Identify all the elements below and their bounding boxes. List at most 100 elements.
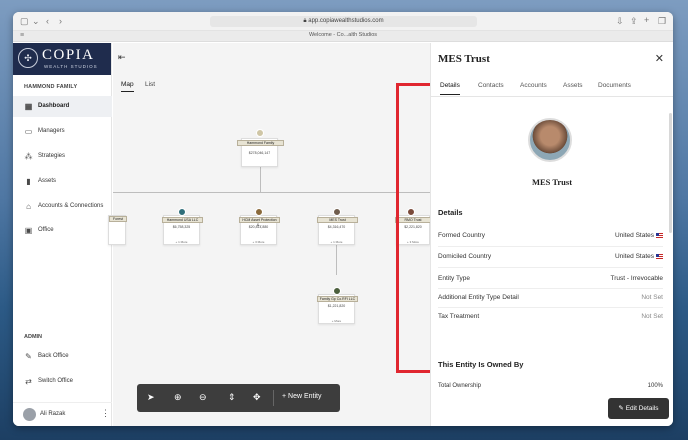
entity-card[interactable]: Hammond USA LLC $6,758,325 + 1 More bbox=[162, 208, 203, 245]
detail-row: Entity Type Trust - Irrevocable bbox=[438, 275, 663, 287]
office-icon: ▣ bbox=[24, 226, 33, 235]
tabs-overview-icon[interactable]: ❐ bbox=[658, 17, 666, 26]
more-link[interactable]: + 1 More bbox=[164, 240, 199, 244]
entity-value: $4,316,470 bbox=[327, 225, 346, 229]
avatar bbox=[178, 208, 186, 216]
highlight-bracket bbox=[396, 83, 430, 86]
entity-card[interactable]: HCM Asset Protection &... $20,814,880 + … bbox=[239, 208, 280, 245]
more-link[interactable]: + 3 More bbox=[241, 240, 276, 244]
swap-icon: ⇄ bbox=[25, 377, 32, 386]
avatar bbox=[23, 408, 36, 421]
entity-card[interactable]: Forest bbox=[108, 215, 127, 245]
tab-map[interactable]: Map bbox=[121, 81, 134, 92]
cursor-icon[interactable]: ➤ bbox=[147, 391, 155, 403]
avatar bbox=[255, 208, 263, 216]
user-name: Ali Razak bbox=[40, 411, 66, 417]
owned-by-header: This Entity Is Owned By bbox=[438, 360, 524, 369]
toolbar-divider bbox=[273, 390, 274, 406]
tab-details[interactable]: Details bbox=[440, 82, 460, 95]
tab-contacts[interactable]: Contacts bbox=[478, 82, 504, 89]
new-tab-icon[interactable]: + bbox=[644, 16, 649, 25]
divider bbox=[438, 267, 663, 268]
tab-title[interactable]: Welcome - Co...alth Studios bbox=[13, 32, 673, 38]
entity-name: MES Trust bbox=[317, 217, 358, 223]
more-vertical-icon[interactable]: ⋮ bbox=[101, 408, 110, 419]
back-icon[interactable]: ‹ bbox=[46, 17, 49, 26]
sidebar-item-label: Assets bbox=[38, 178, 57, 184]
scrollbar[interactable] bbox=[669, 113, 672, 233]
sidebar-item-office[interactable]: ▣ Office bbox=[13, 220, 112, 241]
family-crest-icon bbox=[256, 129, 264, 137]
entity-card[interactable]: Family Gp Co.RFI LLC $1,221,820 + More bbox=[317, 287, 358, 324]
brand-logo[interactable]: ✣ COPIA WEALTH STUDIOS bbox=[13, 43, 111, 75]
tab-assets[interactable]: Assets bbox=[563, 82, 583, 89]
more-link[interactable]: + 1 More bbox=[319, 240, 354, 244]
entity-name: HCM Asset Protection &... bbox=[239, 217, 280, 227]
connector-line bbox=[113, 192, 430, 193]
entity-card-mes-trust[interactable]: MES Trust $4,316,470 + 1 More bbox=[317, 208, 358, 245]
lock-icon: 🔒︎ bbox=[303, 18, 307, 24]
divider bbox=[438, 288, 663, 289]
fit-vertical-icon[interactable]: ⇕ bbox=[228, 391, 236, 403]
entity-value: $2,221,820 bbox=[404, 225, 422, 229]
sidebar-toggle-icon[interactable]: ▢ bbox=[20, 17, 29, 26]
sidebar-item-label: Switch Office bbox=[38, 378, 73, 384]
entity-avatar bbox=[528, 118, 572, 162]
chevron-down-icon[interactable]: ⌄ bbox=[32, 17, 40, 26]
ownership-key: Total Ownership bbox=[438, 383, 482, 389]
new-entity-button[interactable]: + New Entity bbox=[282, 393, 322, 400]
panel-title: MES Trust bbox=[438, 53, 490, 65]
detail-value: United States bbox=[615, 232, 663, 239]
share-icon[interactable]: ⇪ bbox=[630, 17, 638, 26]
zoom-in-icon[interactable]: ⊕ bbox=[174, 391, 182, 403]
center-icon[interactable]: ✥ bbox=[253, 391, 261, 403]
forward-icon[interactable]: › bbox=[59, 17, 62, 26]
entity-card[interactable]: RMO Trust $2,221,820 + 3 More bbox=[395, 208, 431, 245]
detail-key: Formed Country bbox=[438, 232, 485, 239]
entity-map[interactable]: ⇤ Map List Hammond Family $278,046,147 F… bbox=[108, 43, 431, 426]
tab-documents[interactable]: Documents bbox=[598, 82, 631, 89]
sidebar-item-managers[interactable]: ▭ Managers bbox=[13, 121, 112, 142]
avatar bbox=[407, 208, 415, 216]
detail-value: United States bbox=[615, 253, 663, 260]
entity-value: $1,221,820 bbox=[327, 304, 346, 308]
detail-key: Entity Type bbox=[438, 275, 471, 282]
entity-value: $6,758,325 bbox=[172, 225, 191, 229]
ownership-row: Total Ownership 100% bbox=[438, 383, 663, 395]
edit-details-button[interactable]: ✎ Edit Details bbox=[608, 398, 669, 419]
address-bar[interactable]: 🔒︎ app.copiawealthstudios.com bbox=[210, 16, 477, 27]
sidebar-item-dashboard[interactable]: ▦ Dashboard bbox=[13, 96, 112, 117]
bank-icon: ⌂ bbox=[26, 202, 31, 211]
avatar bbox=[333, 208, 341, 216]
sidebar-item-strategies[interactable]: ⁂ Strategies bbox=[13, 146, 112, 167]
map-toolbar: ➤ ⊕ ⊖ ⇕ ✥ + New Entity bbox=[137, 384, 340, 412]
download-icon[interactable]: ⇩ bbox=[616, 17, 624, 26]
connector-line bbox=[336, 243, 337, 275]
pencil-icon: ✎ bbox=[618, 405, 624, 412]
ownership-value: 100% bbox=[647, 383, 663, 389]
close-icon[interactable]: ✕ bbox=[655, 52, 664, 65]
divider bbox=[438, 246, 663, 247]
sidebar-item-accounts[interactable]: ⌂ Accounts & Connections bbox=[13, 196, 112, 217]
bar-chart-icon: ▮ bbox=[26, 177, 31, 186]
sidebar-item-switch-office[interactable]: ⇄ Switch Office bbox=[13, 371, 112, 392]
detail-key: Domiciled Country bbox=[438, 253, 492, 260]
entity-name: Hammond USA LLC bbox=[162, 217, 203, 223]
tab-divider bbox=[431, 96, 673, 97]
more-link[interactable]: + 3 More bbox=[397, 240, 429, 244]
detail-value: Trust - Irrevocable bbox=[610, 275, 664, 282]
sidebar-item-back-office[interactable]: ✎ Back Office bbox=[13, 346, 112, 367]
root-entity-card[interactable]: Hammond Family $278,046,147 bbox=[237, 129, 284, 167]
user-menu[interactable]: Ali Razak ⋮ bbox=[13, 402, 112, 426]
wrench-icon: ✎ bbox=[25, 352, 32, 361]
grid-icon: ▦ bbox=[24, 102, 33, 111]
sidebar-item-assets[interactable]: ▮ Assets bbox=[13, 171, 112, 192]
brand-name: COPIA bbox=[42, 47, 95, 63]
tab-list[interactable]: List bbox=[145, 81, 155, 88]
tab-accounts[interactable]: Accounts bbox=[520, 82, 547, 89]
more-link[interactable]: + More bbox=[319, 319, 354, 323]
sidebar-item-label: Strategies bbox=[38, 153, 66, 159]
collapse-sidebar-icon[interactable]: ⇤ bbox=[118, 52, 126, 63]
sidebar-item-label: Back Office bbox=[38, 353, 69, 359]
zoom-out-icon[interactable]: ⊖ bbox=[199, 391, 207, 403]
